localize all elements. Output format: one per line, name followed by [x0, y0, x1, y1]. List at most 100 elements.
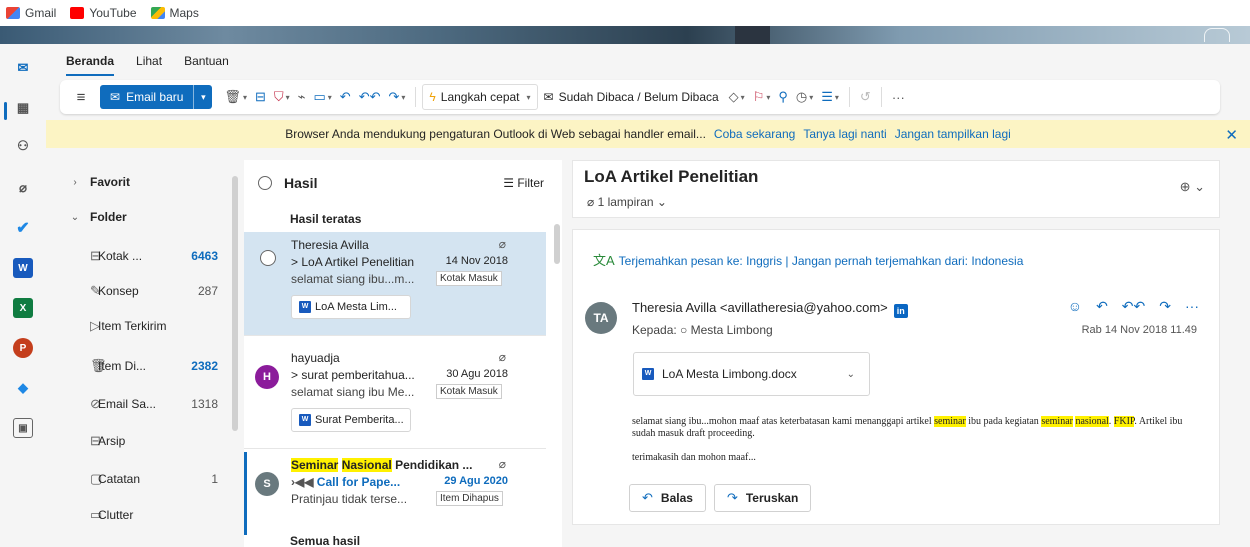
folder-archive[interactable]: ⊟ Arsip: [60, 429, 230, 453]
clock-icon: ◷: [795, 89, 808, 104]
reply-icon[interactable]: ↶: [1096, 298, 1108, 315]
tab-beranda[interactable]: Beranda: [66, 54, 115, 76]
sweep-button[interactable]: ⌁: [294, 85, 310, 109]
flag-button[interactable]: ⚐ ▾: [749, 85, 775, 109]
teams-icon[interactable]: ◆: [13, 378, 33, 398]
recipient: Kepada: ○ Mesta Limbong: [632, 323, 773, 337]
attachments-toggle[interactable]: ⌀ 1 lampiran ⌄: [587, 195, 667, 209]
list-item[interactable]: H hayuadja ⌀ > surat pemberitahua... 30 …: [244, 345, 546, 449]
hamburger-icon[interactable]: ≡: [68, 89, 94, 106]
linkedin-icon[interactable]: in: [893, 304, 908, 318]
reply-actions: ↶ Balas ↷ Teruskan: [629, 484, 812, 512]
folder-clutter[interactable]: ▭ Clutter: [60, 503, 230, 527]
more-icon[interactable]: ···: [1185, 298, 1199, 315]
forward-button[interactable]: ↷ Teruskan: [713, 484, 812, 512]
emoji-icon[interactable]: ☺: [1068, 298, 1082, 315]
youtube-icon: [70, 7, 85, 19]
avatar: H: [255, 365, 279, 389]
quick-steps-button[interactable]: ϟ Langkah cepat ▾: [422, 84, 538, 110]
delete-button[interactable]: 🗑 ▾: [220, 85, 251, 109]
profile-button[interactable]: [1204, 28, 1230, 42]
chevron-down-icon[interactable]: ▾: [194, 92, 212, 103]
bookmark-maps[interactable]: Maps: [150, 6, 199, 20]
tag-icon: ◇: [728, 89, 739, 104]
read-unread-button[interactable]: ✉ Sudah Dibaca / Belum Dibaca: [538, 90, 725, 104]
folder-count: 287: [197, 284, 218, 298]
maps-icon: [150, 7, 165, 19]
people-icon[interactable]: ⚇: [13, 136, 33, 156]
archive-button[interactable]: ⊟: [251, 85, 270, 109]
chevron-down-icon: ▾: [809, 92, 814, 102]
undo-button[interactable]: ↺: [856, 85, 875, 109]
folder-inbox[interactable]: ⊟ Kotak ... 6463: [60, 244, 230, 268]
folder-drafts[interactable]: ✎ Konsep 287: [60, 279, 230, 303]
folder-sent[interactable]: ▷ Item Terkirim: [60, 314, 230, 338]
chevron-down-icon[interactable]: ⌄: [847, 369, 855, 380]
forward-icon[interactable]: ↷: [1159, 298, 1171, 315]
rules-button[interactable]: ☰ ▾: [817, 85, 843, 109]
reply-button[interactable]: ↶ Balas: [629, 484, 706, 512]
app-rail: ✉ ▦ ⚇ ⌀ ✔ W X P ◆ ▣: [0, 44, 46, 547]
filter-button[interactable]: ☰ Filter: [503, 176, 544, 190]
categorize-button[interactable]: ◇ ▾: [725, 85, 749, 109]
bookmark-youtube[interactable]: YouTube: [70, 6, 137, 20]
mail-icon[interactable]: ✉: [13, 58, 33, 78]
report-button[interactable]: ⛉ ▾: [270, 85, 294, 109]
attachment-icon[interactable]: ⌀: [13, 178, 33, 198]
pin-button[interactable]: ⚲: [774, 85, 792, 109]
draft-icon: ✎: [90, 283, 101, 298]
folder-notes[interactable]: ▢ Catatan 1: [60, 467, 230, 491]
infobar-ask-later-link[interactable]: Tanya lagi nanti: [803, 127, 886, 141]
infobar-dont-show-link[interactable]: Jangan tampilkan lagi: [895, 127, 1011, 141]
envelope-icon: ✉: [110, 90, 121, 104]
folder-scrollbar[interactable]: [232, 176, 238, 431]
message-preview: selamat siang ibu...m...: [291, 272, 415, 286]
chevron-right-icon: ›: [73, 176, 77, 188]
word-icon[interactable]: W: [13, 258, 33, 278]
list-item[interactable]: Theresia Avilla ⌀ > LoA Artikel Peneliti…: [244, 232, 546, 336]
excel-icon[interactable]: X: [13, 298, 33, 318]
more-apps-icon[interactable]: ▣: [13, 418, 33, 438]
highlight-fkip: FKIP: [1113, 416, 1135, 427]
folder-icon: ▭: [90, 507, 103, 522]
powerpoint-icon[interactable]: P: [13, 338, 33, 358]
zoom-button[interactable]: ⊕ ⌄: [1180, 179, 1205, 195]
list-item[interactable]: S Seminar Nasional Pendidikan ... ⌀ ›◀◀ …: [244, 452, 546, 547]
todo-icon[interactable]: ✔: [13, 218, 33, 238]
attachment-card[interactable]: W LoA Mesta Limbong.docx ⌄: [633, 352, 870, 396]
bookmark-gmail[interactable]: Gmail: [6, 6, 56, 20]
more-options-button[interactable]: ···: [888, 85, 909, 109]
envelope-open-icon: ✉: [543, 90, 554, 104]
tab-bantuan[interactable]: Bantuan: [184, 54, 229, 76]
folders-toggle[interactable]: ⌄ Folder: [60, 205, 230, 229]
reply-button[interactable]: ↶: [336, 85, 355, 109]
select-all-checkbox[interactable]: [258, 176, 272, 190]
close-icon[interactable]: ✕: [1225, 126, 1238, 144]
attachment-chip[interactable]: W LoA Mesta Lim...: [291, 295, 411, 319]
megaphone-icon: ›◀◀: [291, 475, 317, 489]
attachment-chip[interactable]: W Surat Pemberita...: [291, 408, 411, 432]
body-text: selamat siang ibu...mohon maaf atas kete…: [632, 416, 935, 427]
new-mail-main[interactable]: ✉ Email baru: [100, 85, 195, 109]
reply-all-icon[interactable]: ↶↶: [1122, 298, 1145, 315]
message-from: Seminar Nasional Pendidikan ...: [291, 458, 491, 472]
folder-junk[interactable]: ⊘ Email Sa... 1318: [60, 392, 230, 416]
calendar-icon[interactable]: ▦: [13, 98, 33, 118]
select-radio[interactable]: [260, 250, 276, 266]
move-button[interactable]: ▭ ▾: [309, 85, 335, 109]
bookmark-label: Gmail: [25, 6, 57, 20]
undo-icon: ↺: [859, 89, 871, 104]
folder-deleted[interactable]: 🗑 Item Di... 2382: [60, 354, 230, 378]
sender[interactable]: Theresia Avilla <avillatheresia@yahoo.co…: [632, 300, 908, 318]
favorites-toggle[interactable]: › Favorit: [60, 170, 230, 194]
translate-bar[interactable]: 文A Terjemahkan pesan ke: Inggris | Jangan…: [593, 250, 1023, 269]
list-scrollbar[interactable]: [554, 224, 560, 264]
pin-icon: ⚲: [778, 89, 788, 104]
snooze-button[interactable]: ◷ ▾: [792, 85, 817, 109]
infobar-try-now-link[interactable]: Coba sekarang: [714, 127, 795, 141]
reply-all-button[interactable]: ↶↶: [355, 85, 385, 109]
header-banner-shade: [735, 26, 770, 44]
forward-button[interactable]: ↷ ▾: [384, 85, 409, 109]
new-mail-button[interactable]: ✉ Email baru ▾: [100, 85, 213, 109]
tab-lihat[interactable]: Lihat: [136, 54, 162, 76]
